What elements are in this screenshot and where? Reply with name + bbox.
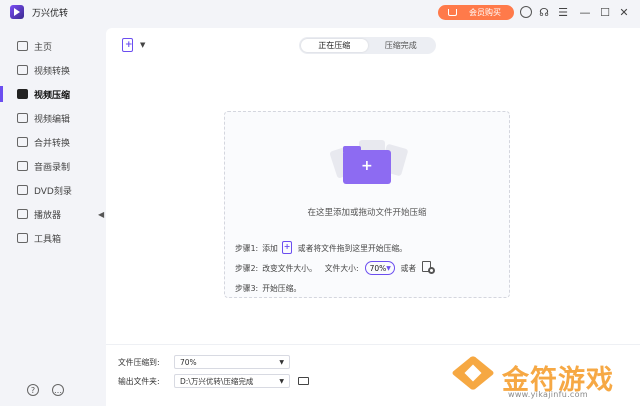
- compress-icon: [17, 89, 28, 99]
- open-folder-icon[interactable]: [298, 377, 309, 385]
- avatar-icon[interactable]: [520, 6, 532, 18]
- sidebar-item-label: 视频编辑: [34, 114, 71, 125]
- sidebar-item-label: 音画录制: [34, 162, 71, 173]
- title-bar: 万兴优转 会员购买 ☊ ☰ — ☐ ✕: [0, 0, 640, 24]
- tab-compressing[interactable]: 正在压缩: [301, 39, 368, 52]
- sidebar-item-video-convert[interactable]: 视频转换: [0, 58, 100, 82]
- sidebar-item-dvd[interactable]: DVD刻录: [0, 178, 100, 202]
- app-logo: [10, 5, 24, 19]
- tab-compressed[interactable]: 压缩完成: [368, 39, 435, 52]
- collapse-sidebar-icon[interactable]: ◀: [98, 210, 106, 224]
- vip-label: 会员购买: [469, 8, 501, 17]
- step-3: 步骤3: 开始压缩。: [235, 283, 302, 293]
- disc-icon: [17, 185, 28, 195]
- compress-settings-icon[interactable]: [422, 261, 436, 275]
- sidebar-item-label: 合并转换: [34, 138, 71, 149]
- merge-icon: [17, 137, 28, 147]
- folder-plus-icon: +: [343, 146, 391, 184]
- file-size-select[interactable]: 70% ▼: [364, 261, 395, 275]
- compress-to-row: 文件压缩到: 70% ▼: [118, 355, 290, 369]
- headset-icon[interactable]: ☊: [537, 5, 551, 19]
- watermark-logo: [451, 355, 495, 391]
- status-tabs: 正在压缩 压缩完成: [299, 37, 436, 54]
- add-file-icon[interactable]: +: [281, 241, 294, 255]
- record-icon: [17, 161, 28, 171]
- output-folder-label: 输出文件夹:: [118, 376, 160, 386]
- menu-icon[interactable]: ☰: [556, 5, 570, 19]
- vip-purchase-button[interactable]: 会员购买: [438, 5, 514, 20]
- chevron-down-icon[interactable]: ▼: [140, 41, 145, 49]
- feedback-icon[interactable]: …: [52, 384, 64, 396]
- sidebar-item-video-edit[interactable]: 视频编辑: [0, 106, 100, 130]
- step-1: 步骤1: 添加 + 或者将文件拖到这里开始压缩。: [235, 238, 505, 258]
- sidebar-item-label: 主页: [34, 42, 53, 53]
- sidebar-item-record[interactable]: 音画录制: [0, 154, 100, 178]
- compress-to-label: 文件压缩到:: [118, 357, 160, 367]
- sidebar-item-label: 视频转换: [34, 66, 71, 77]
- maximize-icon[interactable]: ☐: [598, 5, 612, 19]
- close-icon[interactable]: ✕: [617, 5, 631, 19]
- output-folder-select[interactable]: D:\万兴优转\压缩完成 ▼: [174, 374, 290, 388]
- steps: 步骤1: 添加 + 或者将文件拖到这里开始压缩。 步骤2: 改变文件大小。 文件…: [235, 238, 505, 298]
- sidebar-item-label: 视频压缩: [34, 90, 71, 101]
- convert-icon: [17, 65, 28, 75]
- app-name: 万兴优转: [32, 9, 69, 19]
- sidebar-item-home[interactable]: 主页: [0, 34, 100, 58]
- chevron-down-icon: ▼: [279, 358, 284, 366]
- sidebar-item-video-compress[interactable]: 视频压缩: [0, 82, 100, 106]
- drop-hint: 在这里添加或拖动文件开始压缩: [307, 208, 427, 218]
- player-icon: [17, 209, 28, 219]
- drop-zone[interactable]: + 在这里添加或拖动文件开始压缩 步骤1: 添加 + 或者将文件拖到这里开始压缩…: [224, 111, 510, 298]
- main-panel: + ▼ 正在压缩 压缩完成 + 在这里添加或拖动文件开始压缩 步骤1: 添加 +…: [106, 28, 640, 406]
- add-folder-illustration[interactable]: +: [329, 140, 409, 192]
- sidebar-item-label: 播放器: [34, 210, 62, 221]
- sidebar-item-toolbox[interactable]: 工具箱: [0, 226, 100, 250]
- sidebar-item-player[interactable]: 播放器: [0, 202, 100, 226]
- sidebar-item-merge[interactable]: 合并转换: [0, 130, 100, 154]
- output-folder-row: 输出文件夹: D:\万兴优转\压缩完成 ▼: [118, 374, 309, 388]
- minimize-icon[interactable]: —: [578, 5, 592, 19]
- sidebar: 主页 视频转换 视频压缩 视频编辑 合并转换 音画录制 DVD刻录 播放器 工具…: [0, 34, 100, 250]
- step-2: 步骤2: 改变文件大小。 文件大小: 70% ▼ 或者: [235, 258, 505, 278]
- compress-to-select[interactable]: 70% ▼: [174, 355, 290, 369]
- chevron-down-icon: ▼: [279, 377, 284, 385]
- home-icon: [17, 41, 28, 51]
- chevron-down-icon: ▼: [386, 264, 391, 272]
- sidebar-item-label: DVD刻录: [34, 186, 72, 197]
- toolbox-icon: [17, 233, 28, 243]
- add-file-button[interactable]: +: [122, 38, 136, 54]
- help-icon[interactable]: ?: [27, 384, 39, 396]
- watermark-url: www.yikajinfu.com: [508, 390, 588, 399]
- cart-icon: [448, 9, 457, 16]
- sidebar-item-label: 工具箱: [34, 234, 62, 245]
- scissors-icon: [17, 113, 28, 123]
